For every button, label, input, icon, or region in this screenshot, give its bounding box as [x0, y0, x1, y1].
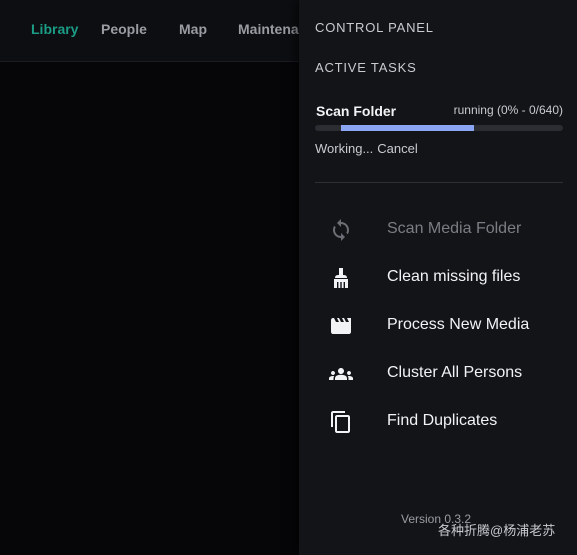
- app-window: Library People Map Maintena CONTROL PANE…: [0, 0, 577, 555]
- nav-map[interactable]: Map: [179, 21, 207, 37]
- action-label: Scan Media Folder: [387, 220, 522, 237]
- people-group-icon: [329, 362, 353, 386]
- watermark-text: 各种折腾@杨浦老苏: [438, 523, 556, 538]
- action-label: Find Duplicates: [387, 412, 498, 429]
- task-progress-bar: [315, 125, 563, 131]
- nav-maintenance[interactable]: Maintena: [238, 21, 299, 37]
- action-label: Process New Media: [387, 316, 530, 333]
- copy-icon: [329, 410, 353, 434]
- sync-icon: [329, 218, 353, 242]
- nav-people[interactable]: People: [101, 21, 147, 37]
- action-label: Cluster All Persons: [387, 364, 523, 381]
- cancel-task-link[interactable]: Cancel: [377, 141, 417, 156]
- task-message-row: Working... Cancel: [315, 141, 418, 156]
- action-label: Clean missing files: [387, 268, 521, 285]
- active-tasks-title: ACTIVE TASKS: [315, 60, 417, 75]
- divider: [315, 182, 563, 183]
- clean-missing-files-button[interactable]: Clean missing files: [315, 260, 563, 296]
- find-duplicates-button[interactable]: Find Duplicates: [315, 404, 563, 440]
- broom-icon: [329, 266, 353, 290]
- process-new-media-button[interactable]: Process New Media: [315, 308, 563, 344]
- scan-media-folder-button[interactable]: Scan Media Folder: [315, 212, 563, 248]
- movie-icon: [329, 314, 353, 338]
- task-name: Scan Folder: [316, 103, 397, 119]
- control-panel: CONTROL PANEL ACTIVE TASKS Scan Folder r…: [299, 0, 577, 555]
- panel-title: CONTROL PANEL: [315, 20, 434, 35]
- task-status: running (0% - 0/640): [453, 103, 563, 117]
- task-message: Working...: [315, 141, 374, 156]
- cluster-all-persons-button[interactable]: Cluster All Persons: [315, 356, 563, 392]
- task-progress-indicator: [341, 125, 474, 131]
- nav-library[interactable]: Library: [31, 21, 78, 37]
